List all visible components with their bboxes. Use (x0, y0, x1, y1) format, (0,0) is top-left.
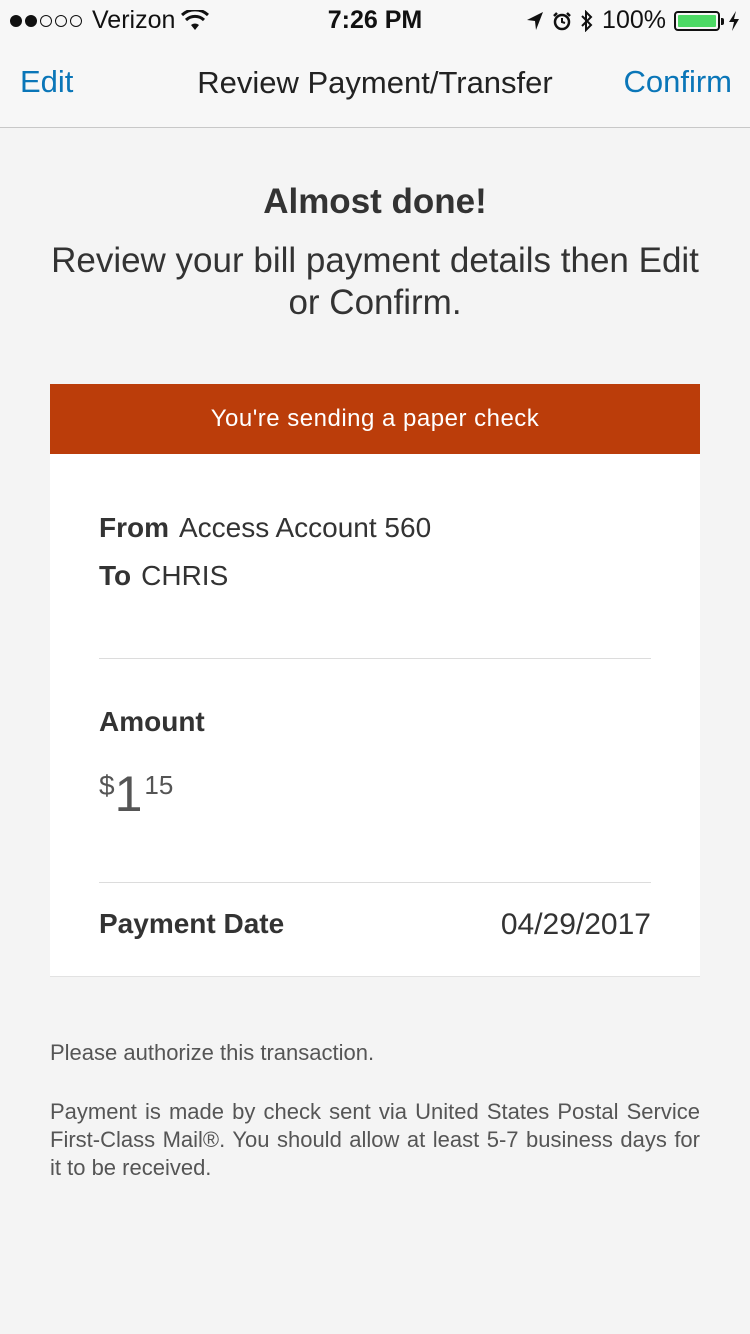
status-bar: Verizon 7:26 PM 100% (0, 0, 750, 40)
to-row: To CHRIS (99, 560, 228, 592)
currency-symbol: $ (99, 770, 115, 801)
charging-bolt-icon (729, 10, 739, 31)
battery-percent: 100% (602, 6, 666, 34)
from-row: From Access Account 560 (99, 512, 431, 544)
payment-details-card: From Access Account 560 To CHRIS Amount $1… (50, 454, 700, 977)
from-value: Access Account 560 (179, 512, 432, 543)
status-right: 100% (526, 6, 740, 35)
payment-date-label: Payment Date (99, 908, 285, 939)
to-label: To (99, 560, 132, 591)
amount-cents: 15 (144, 770, 174, 800)
almost-done-heading: Almost done! (263, 182, 487, 221)
mail-disclaimer: Payment is made by check sent via United… (50, 1099, 700, 1180)
amount-value: $1 15 (99, 766, 173, 822)
paper-check-banner: You're sending a paper check (50, 384, 700, 454)
from-label: From (99, 512, 169, 543)
amount-dollars: 1 (114, 766, 143, 822)
divider (99, 658, 651, 659)
confirm-button[interactable]: Confirm (623, 64, 732, 100)
payment-date-value: 04/29/2017 (500, 908, 651, 941)
amount-label: Amount (99, 706, 205, 737)
location-arrow-icon (527, 11, 544, 30)
battery-icon (674, 10, 724, 31)
to-value: CHRIS (141, 560, 229, 591)
bluetooth-icon (581, 9, 593, 32)
authorize-note: Please authorize this transaction. (50, 1040, 375, 1065)
alarm-icon (553, 11, 571, 30)
review-instructions: Review your bill payment details then Ed… (51, 241, 699, 322)
divider (99, 882, 651, 883)
navigation-bar: Edit Review Payment/Transfer Confirm (0, 40, 750, 128)
